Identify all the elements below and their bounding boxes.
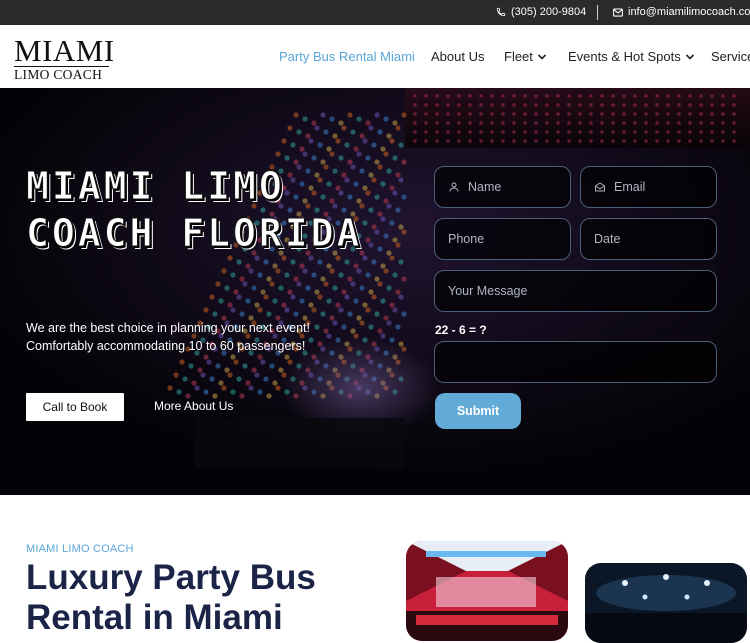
nav-item-services[interactable]: Services [711,49,750,64]
topbar-phone-text: (305) 200-9804 [511,6,587,18]
nav-item-label: About Us [431,49,485,64]
hero-title: MIAMI LIMO COACH FLORIDA [26,164,363,256]
main-navigation: MIAMI LIMO COACH Party Bus Rental Miami … [0,25,750,88]
phone-field[interactable]: Phone [434,218,571,260]
message-field[interactable]: Your Message [434,270,717,312]
date-field-placeholder: Date [594,232,621,246]
nav-item-about-us[interactable]: About Us [431,49,484,64]
envelope-open-icon [595,182,605,192]
envelope-icon [613,7,623,17]
user-icon [449,182,459,192]
nav-item-label: Services [711,49,750,64]
nav-item-party-bus-rental[interactable]: Party Bus Rental Miami [279,49,415,64]
hero-subtitle: We are the best choice in planning your … [26,319,356,355]
party-bus-interior-photo [406,541,568,641]
phone-icon [496,7,506,17]
email-field[interactable]: Email [580,166,717,208]
top-contact-bar: (305) 200-9804 info@miamilimocoach.com [0,0,750,25]
topbar-phone-link[interactable]: (305) 200-9804 [496,6,586,18]
topbar-email-text: info@miamilimocoach.com [628,6,750,18]
site-logo[interactable]: MIAMI LIMO COACH [14,33,115,82]
section-kicker: MIAMI LIMO COACH [26,543,134,555]
captcha-answer-field[interactable] [434,341,717,383]
phone-field-placeholder: Phone [448,232,485,246]
name-field-placeholder: Name [468,180,502,194]
hero-subtitle-line-2: Comfortably accommodating 10 to 60 passe… [26,339,306,353]
section-heading: Luxury Party Bus Rental in Miami [26,558,316,637]
name-field[interactable]: Name [434,166,571,208]
chevron-down-icon [537,53,546,60]
message-field-placeholder: Your Message [448,284,528,298]
nav-item-label: Fleet [504,49,533,64]
date-field[interactable]: Date [580,218,717,260]
email-field-placeholder: Email [614,180,646,194]
logo-line-2: LIMO COACH [14,66,109,82]
submit-button[interactable]: Submit [435,393,521,429]
topbar-divider [597,5,598,20]
nav-item-events-hot-spots[interactable]: Events & Hot Spots [568,49,695,64]
more-about-us-link[interactable]: More About Us [154,399,233,413]
bus-ceiling-lights-photo [585,563,747,643]
topbar-email-link[interactable]: info@miamilimocoach.com [613,6,750,18]
call-to-book-button[interactable]: Call to Book [26,393,124,421]
captcha-question: 22 - 6 = ? [435,323,487,337]
nav-item-label: Events & Hot Spots [568,49,681,64]
nav-item-label: Party Bus Rental Miami [279,49,415,64]
hero-section: MIAMI LIMO COACH FLORIDA We are the best… [0,88,750,495]
logo-line-1: MIAMI [14,33,115,68]
chevron-down-icon [685,53,694,60]
hero-subtitle-line-1: We are the best choice in planning your … [26,321,310,335]
nav-item-fleet[interactable]: Fleet [504,49,547,64]
